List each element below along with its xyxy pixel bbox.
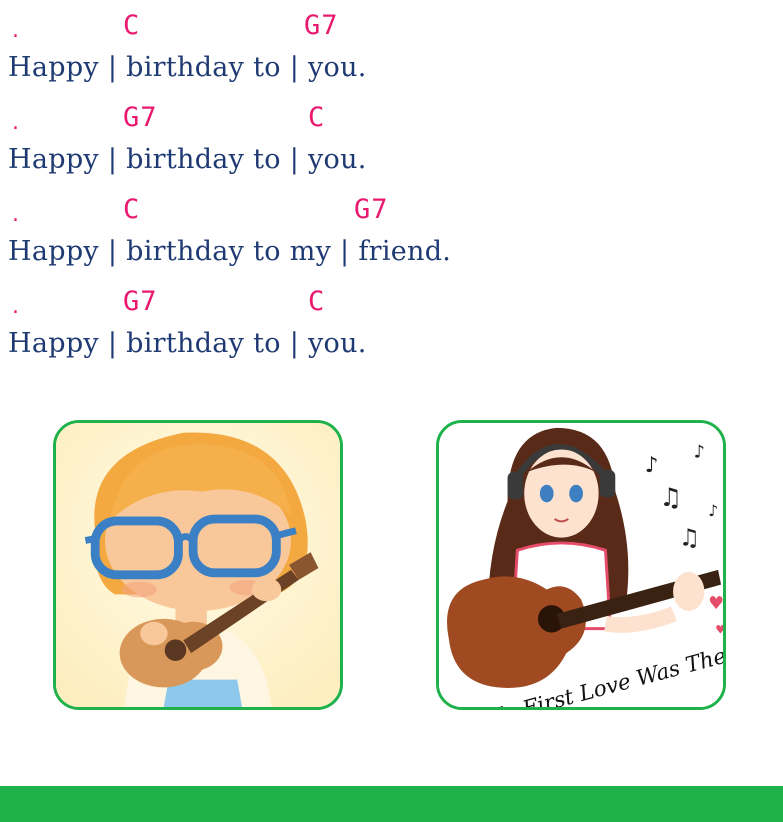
verse-dot-4: .: [12, 294, 19, 319]
chord-label: G7: [123, 102, 158, 133]
lyric-line-4: Happy | birthday to | you.: [8, 328, 367, 359]
chord-label: C: [308, 286, 326, 317]
illustration-guitar-girl: ♪ ♫ ♪ ♫ ♪ ♥ ♥ My First Love Was The: [436, 420, 726, 710]
verse-dot-3: .: [12, 202, 19, 227]
chord-label: C: [123, 10, 141, 41]
svg-text:♪: ♪: [645, 453, 659, 478]
chord-label: G7: [123, 286, 158, 317]
verse-dot-1: .: [12, 18, 19, 43]
lyric-line-3: Happy | birthday to my | friend.: [8, 236, 452, 267]
svg-text:♥: ♥: [715, 623, 723, 637]
chord-label: G7: [354, 194, 389, 225]
lyric-line-2: Happy | birthday to | you.: [8, 144, 367, 175]
chord-line-3: . C G7: [8, 194, 428, 228]
svg-text:♪: ♪: [694, 442, 705, 462]
chord-line-2: . G7 C: [8, 102, 408, 136]
chord-line-1: . C G7: [8, 10, 408, 44]
lyric-line-1: Happy | birthday to | you.: [8, 52, 367, 83]
svg-text:♥: ♥: [708, 594, 723, 614]
verse-dot-2: .: [12, 110, 19, 135]
chord-label: G7: [304, 10, 339, 41]
chord-line-4: . G7 C: [8, 286, 408, 320]
chord-label: C: [123, 194, 141, 225]
svg-text:♪: ♪: [708, 501, 718, 520]
girl-with-guitar-icon: ♪ ♫ ♪ ♫ ♪ ♥ ♥ My First Love Was The: [439, 423, 723, 707]
girl-with-ukulele-icon: [56, 423, 340, 707]
chord-label: C: [308, 102, 326, 133]
footer-bar: [0, 786, 783, 822]
illustration-ukulele-girl: [53, 420, 343, 710]
svg-text:♫: ♫: [659, 483, 682, 513]
svg-text:♫: ♫: [679, 523, 700, 551]
